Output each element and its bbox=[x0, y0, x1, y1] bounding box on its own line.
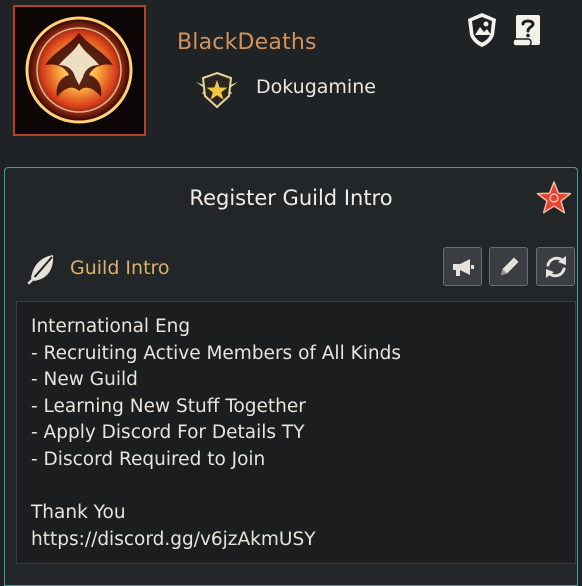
discord-link: https://discord.gg/v6jzAkmUSY bbox=[31, 528, 316, 550]
star-close-icon[interactable] bbox=[535, 180, 573, 218]
guild-intro-label: Guild Intro bbox=[70, 257, 170, 279]
guild-name: BlackDeaths bbox=[177, 30, 317, 55]
megaphone-icon bbox=[452, 258, 474, 276]
intro-line: - Recruiting Active Members of All Kinds bbox=[31, 342, 401, 364]
megaphone-button[interactable] bbox=[443, 247, 482, 286]
scroll-help-icon[interactable] bbox=[510, 11, 544, 49]
intro-line: International Eng bbox=[31, 316, 191, 337]
guild-leader-name: Dokugamine bbox=[256, 76, 376, 98]
intro-line: - New Guild bbox=[31, 369, 138, 391]
panel-title: Register Guild Intro bbox=[189, 186, 393, 210]
feather-icon bbox=[25, 252, 59, 286]
refresh-button[interactable] bbox=[536, 247, 575, 286]
intro-line: - Discord Required to Join bbox=[31, 448, 266, 470]
intro-line: Thank You bbox=[31, 502, 126, 524]
pencil-icon bbox=[500, 257, 518, 275]
phoenix-emblem-icon bbox=[13, 5, 146, 136]
intro-line-blank bbox=[31, 474, 575, 501]
guild-intro-text-box[interactable]: International Eng - Recruiting Active Me… bbox=[16, 301, 576, 564]
register-guild-intro-panel: Register Guild Intro Guild Intro Interna… bbox=[4, 167, 578, 586]
star-shield-rank-icon bbox=[196, 71, 238, 109]
intro-line: - Learning New Stuff Together bbox=[31, 395, 306, 417]
edit-intro-button[interactable] bbox=[489, 247, 528, 286]
shield-icon[interactable] bbox=[465, 11, 499, 49]
refresh-icon bbox=[545, 255, 566, 278]
guild-header: BlackDeaths Dokugamine bbox=[0, 0, 582, 166]
intro-line: - Apply Discord For Details TY bbox=[31, 422, 305, 444]
